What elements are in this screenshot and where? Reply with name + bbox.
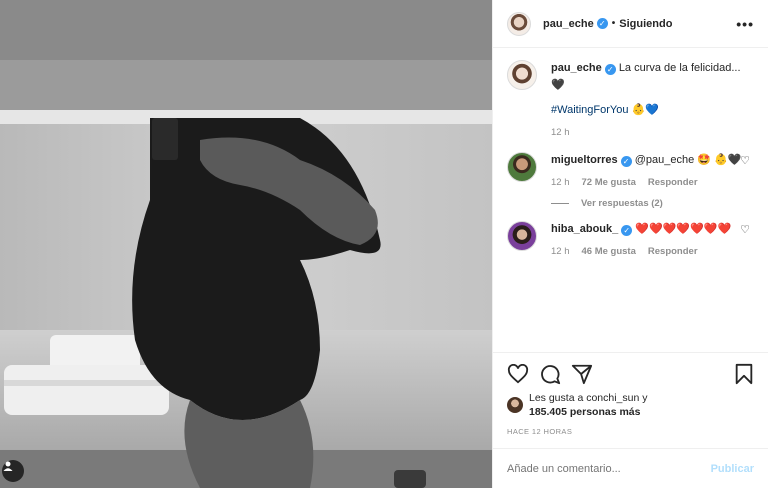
comment-text: @pau_eche 🤩 👶🖤 <box>634 154 742 166</box>
post-actions: Les gusta a conchi_sun y 185.405 persona… <box>493 352 768 448</box>
comment-avatar[interactable] <box>507 221 537 251</box>
verified-badge-icon: ✓ <box>620 156 632 167</box>
comment-author[interactable]: hiba_abouk_ <box>551 223 618 235</box>
comment-author[interactable]: migueltorres <box>551 154 618 166</box>
verified-badge-icon: ✓ <box>604 64 616 75</box>
comment-item: hiba_abouk_ ✓ ❤️❤️❤️❤️❤️❤️❤️ 12 h 46 Me g… <box>507 221 754 257</box>
tagged-people-button[interactable] <box>2 460 24 482</box>
comment-item: migueltorres ✓ @pau_eche 🤩 👶🖤 12 h 72 Me … <box>507 152 754 188</box>
likes-line-2: 185.405 personas más <box>529 406 641 418</box>
author-avatar[interactable] <box>507 11 531 36</box>
caption-hashtag[interactable]: #WaitingForYou 👶💙 <box>551 102 754 119</box>
reply-button[interactable]: Responder <box>648 177 698 188</box>
like-comment-heart-icon[interactable]: ♡ <box>740 223 750 236</box>
share-icon[interactable] <box>571 363 593 385</box>
post-header: pau_eche ✓ • Siguiendo ••• <box>493 0 768 48</box>
comment-text: ❤️❤️❤️❤️❤️❤️❤️ <box>635 223 732 235</box>
caption-avatar[interactable] <box>507 60 537 90</box>
user-icon <box>3 461 13 471</box>
following-button[interactable]: Siguiendo <box>619 18 672 30</box>
liker-avatar <box>507 397 523 413</box>
view-replies-button[interactable]: Ver respuestas (2) <box>551 198 754 209</box>
comment-input[interactable] <box>507 462 711 475</box>
author-username[interactable]: pau_eche <box>543 18 594 30</box>
comment-likes[interactable]: 72 Me gusta <box>582 177 636 188</box>
replies-line <box>551 203 569 204</box>
verified-badge-icon: ✓ <box>621 225 633 236</box>
instagram-post-view: pau_eche ✓ • Siguiendo ••• pau_eche ✓ La … <box>0 0 768 488</box>
comment-time[interactable]: 12 h <box>551 177 570 188</box>
more-options-icon[interactable]: ••• <box>736 16 754 32</box>
verified-badge-icon: ✓ <box>596 18 608 29</box>
like-comment-heart-icon[interactable]: ♡ <box>740 154 750 167</box>
likes-line-1: Les gusta a conchi_sun y <box>529 392 648 404</box>
post-image <box>0 0 492 488</box>
add-comment-bar: Publicar <box>493 448 768 488</box>
like-heart-icon[interactable] <box>507 364 529 384</box>
post-side-panel: pau_eche ✓ • Siguiendo ••• pau_eche ✓ La … <box>492 0 768 488</box>
caption: pau_eche ✓ La curva de la felicidad... 🖤 … <box>507 60 754 138</box>
post-photo[interactable] <box>0 0 492 488</box>
comments-list: pau_eche ✓ La curva de la felicidad... 🖤 … <box>493 48 768 352</box>
reply-button[interactable]: Responder <box>648 246 698 257</box>
comment-likes[interactable]: 46 Me gusta <box>582 246 636 257</box>
comment-time[interactable]: 12 h <box>551 246 570 257</box>
view-replies-label: Ver respuestas (2) <box>581 198 663 209</box>
action-icons <box>507 361 754 387</box>
post-comment-button[interactable]: Publicar <box>711 463 754 475</box>
comment-icon[interactable] <box>539 363 561 385</box>
save-bookmark-icon[interactable] <box>734 363 754 385</box>
caption-time[interactable]: 12 h <box>551 127 570 138</box>
likes-summary[interactable]: Les gusta a conchi_sun y 185.405 persona… <box>507 391 754 419</box>
comment-avatar[interactable] <box>507 152 537 182</box>
separator-dot: • <box>611 18 616 29</box>
post-timestamp[interactable]: HACE 12 HORAS <box>507 427 754 436</box>
caption-author[interactable]: pau_eche <box>551 62 602 74</box>
